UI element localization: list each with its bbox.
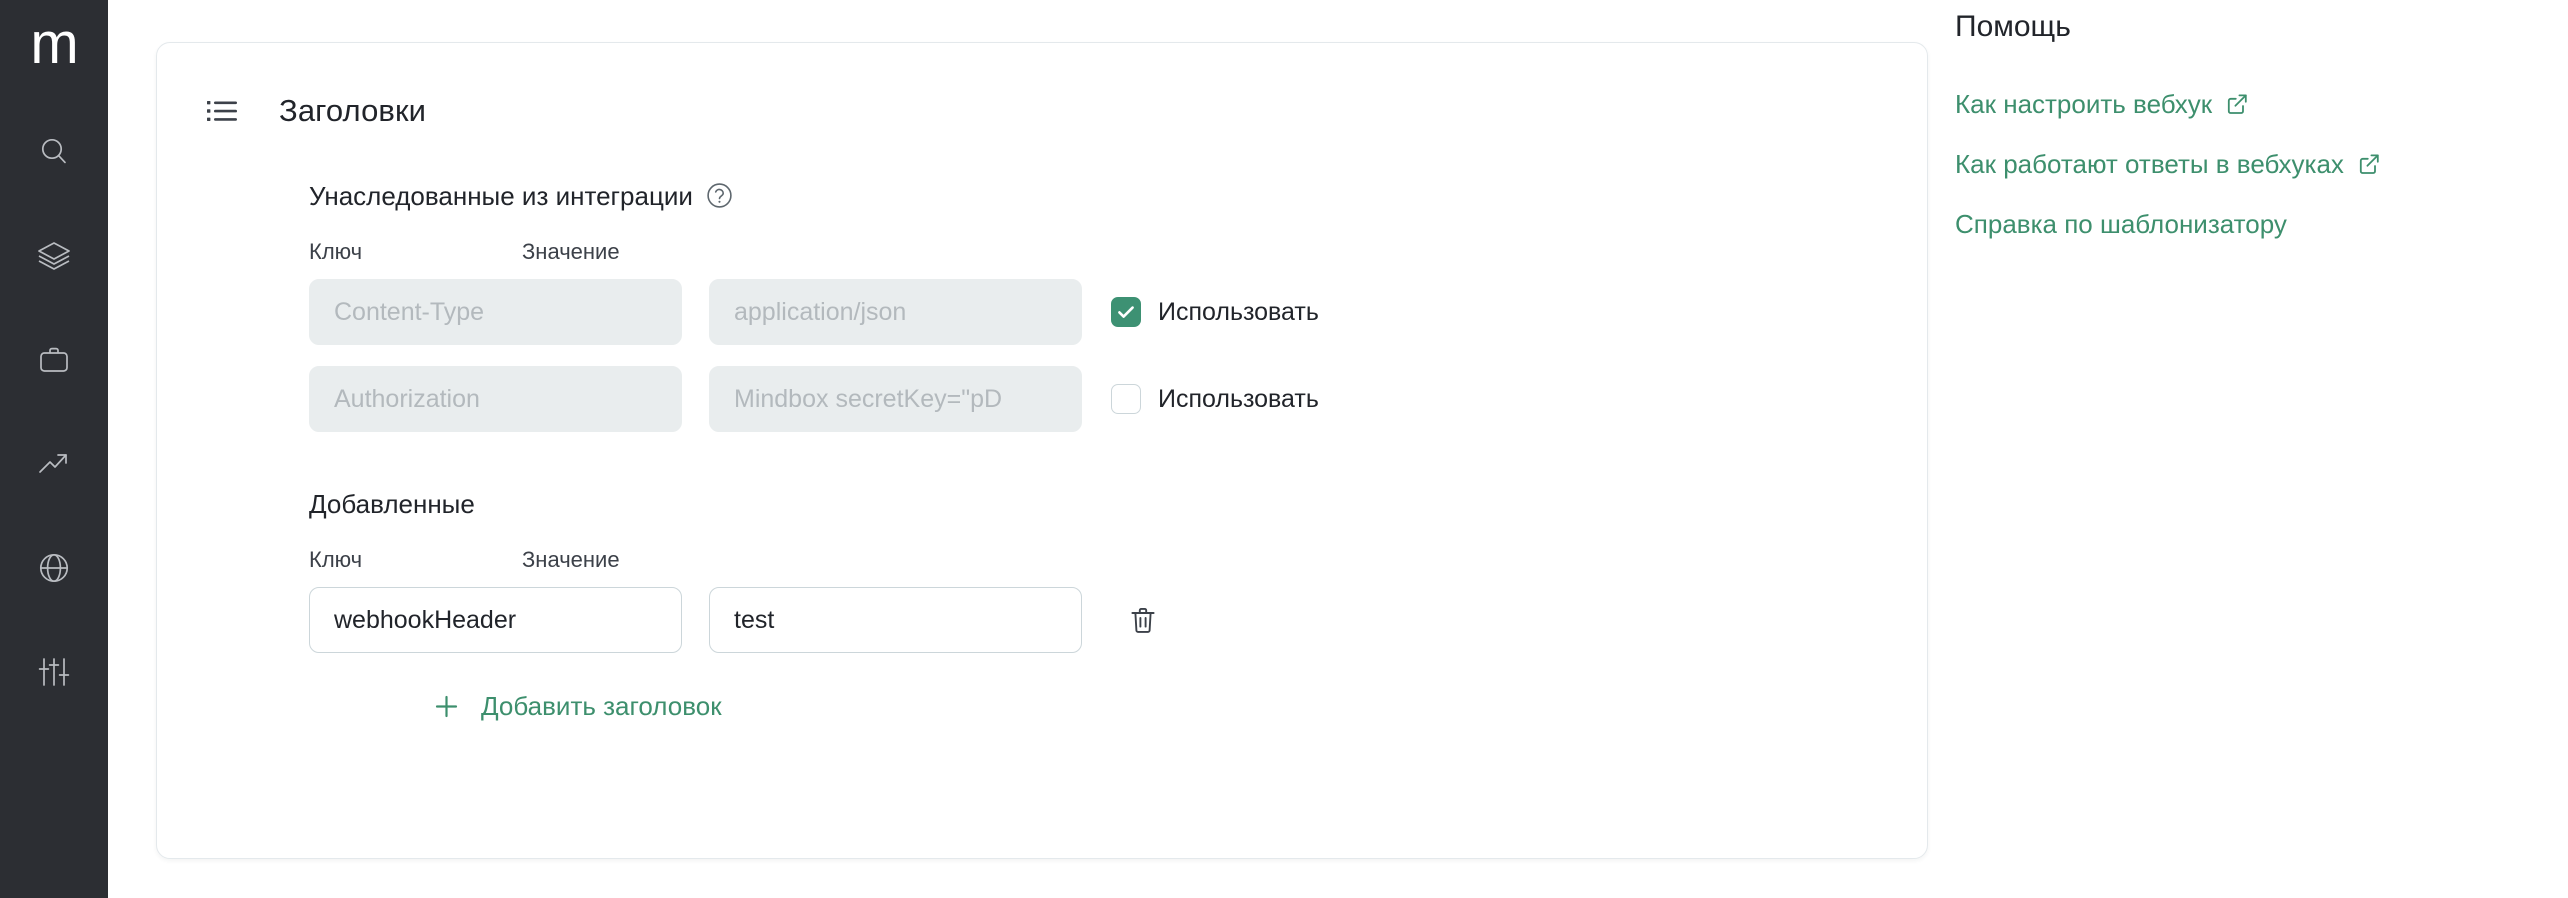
inherited-column-labels: Ключ Значение (309, 241, 1927, 263)
sliders-icon (37, 655, 71, 689)
page-title: Заголовки (279, 93, 427, 128)
added-heading: Добавленные (309, 491, 1927, 517)
use-label-0: Использовать (1158, 297, 1319, 326)
help-panel: Помощь Как настроить вебхук Как работают… (1955, 0, 2555, 269)
column-header-key: Ключ (309, 547, 363, 572)
use-toggle-0[interactable]: Использовать (1111, 297, 1319, 327)
help-title: Помощь (1955, 10, 2071, 43)
sidebar-item-layers[interactable] (0, 204, 108, 308)
briefcase-icon (37, 344, 71, 376)
add-header-button[interactable]: Добавить заголовок (434, 693, 722, 719)
inherited-key-input-1: Authorization (309, 366, 682, 432)
plus-icon (434, 694, 459, 719)
use-toggle-1[interactable]: Использовать (1111, 384, 1319, 414)
added-heading-text: Добавленные (309, 489, 475, 519)
trending-up-icon (37, 450, 71, 478)
sidebar-item-globe[interactable] (0, 516, 108, 620)
delete-header-button-0[interactable] (1121, 598, 1165, 642)
card-header: Заголовки (157, 43, 1927, 126)
column-header-key: Ключ (309, 239, 363, 264)
sidebar-item-settings[interactable] (0, 620, 108, 724)
sidebar-item-analytics[interactable] (0, 412, 108, 516)
trash-icon (1130, 606, 1156, 634)
search-icon (37, 135, 71, 169)
added-key-input-0[interactable]: webhookHeader (309, 587, 682, 653)
app-logo[interactable]: m (0, 0, 108, 100)
globe-icon (37, 551, 71, 585)
column-header-value: Значение (522, 239, 620, 264)
external-link-icon (2358, 153, 2380, 175)
checkbox-checked-icon[interactable] (1111, 297, 1141, 327)
added-section: Добавленные Ключ Значение webhookHeader … (157, 491, 1927, 719)
use-label-1: Использовать (1158, 384, 1319, 413)
inherited-heading-text: Унаследованные из интеграции (309, 180, 693, 211)
add-header-label: Добавить заголовок (481, 691, 722, 721)
help-link-label: Как настроить вебхук (1955, 89, 2213, 119)
help-link-template-reference[interactable]: Справка по шаблонизатору (1955, 209, 2287, 239)
help-link-label: Справка по шаблонизатору (1955, 209, 2287, 239)
main-content: Заголовки Унаследованные из интеграции К… (108, 0, 2568, 898)
checkbox-unchecked-icon[interactable] (1111, 384, 1141, 414)
inherited-key-input-0: Content-Type (309, 279, 682, 345)
inherited-value-input-1: Mindbox secretKey="pD (709, 366, 1082, 432)
sidebar-item-search[interactable] (0, 100, 108, 204)
added-column-labels: Ключ Значение (309, 549, 1927, 571)
inherited-value-input-0: application/json (709, 279, 1082, 345)
sidebar: m (0, 0, 108, 898)
question-circle-icon[interactable] (706, 182, 733, 209)
added-value-input-0[interactable]: test (709, 587, 1082, 653)
app-root: m Заголовки Унаследованные из интеграции… (0, 0, 2568, 898)
table-row: Content-Type application/json Использова… (309, 279, 1927, 345)
help-link-label: Как работают ответы в вебхуках (1955, 149, 2344, 179)
help-link-webhook-responses[interactable]: Как работают ответы в вебхуках (1955, 149, 2380, 179)
inherited-section: Унаследованные из интеграции Ключ Значен… (157, 182, 1927, 432)
headers-card: Заголовки Унаследованные из интеграции К… (156, 42, 1928, 859)
table-row: Authorization Mindbox secretKey="pD Испо… (309, 366, 1927, 432)
inherited-heading: Унаследованные из интеграции (309, 182, 1927, 209)
external-link-icon (2226, 93, 2248, 115)
help-link-setup-webhook[interactable]: Как настроить вебхук (1955, 89, 2248, 119)
table-row: webhookHeader test (309, 587, 1927, 653)
column-header-value: Значение (522, 547, 620, 572)
layers-icon (36, 240, 72, 272)
sidebar-item-briefcase[interactable] (0, 308, 108, 412)
list-icon (207, 100, 237, 122)
